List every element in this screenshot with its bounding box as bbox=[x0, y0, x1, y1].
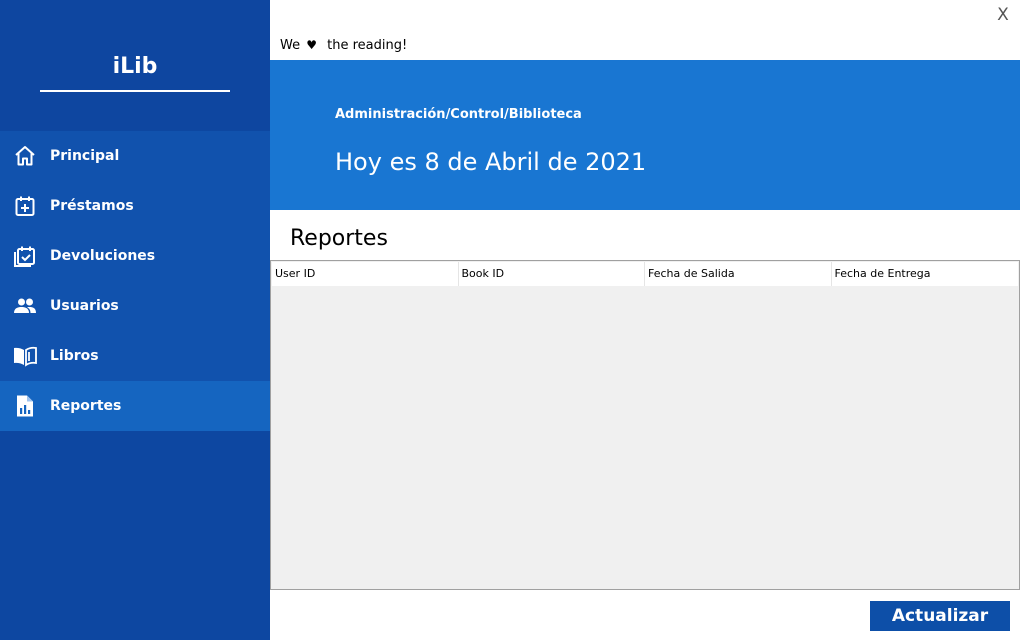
heart-icon: ♥ bbox=[306, 38, 317, 52]
sidebar-item-label: Libros bbox=[50, 348, 99, 364]
book-icon bbox=[13, 344, 37, 368]
report-icon bbox=[13, 394, 37, 418]
column-header-book-id[interactable]: Book ID bbox=[459, 262, 645, 286]
tagline-start: We bbox=[280, 38, 301, 53]
sidebar-item-libros[interactable]: Libros bbox=[0, 331, 270, 381]
column-header-user-id[interactable]: User ID bbox=[272, 262, 459, 286]
sidebar-item-label: Reportes bbox=[50, 398, 122, 414]
sidebar-item-label: Usuarios bbox=[50, 298, 119, 314]
app-logo: iLib bbox=[112, 54, 158, 79]
header-banner: Administración/Control/Biblioteca Hoy es… bbox=[270, 60, 1020, 210]
sidebar-item-label: Principal bbox=[50, 148, 120, 164]
users-icon bbox=[13, 294, 37, 318]
sidebar-item-prestamos[interactable]: Préstamos bbox=[0, 181, 270, 231]
sidebar-item-label: Devoluciones bbox=[50, 248, 156, 264]
sidebar: iLib Principal Préstamos Devoluciones Us… bbox=[0, 0, 270, 640]
app-window: iLib Principal Préstamos Devoluciones Us… bbox=[0, 0, 1020, 640]
sidebar-item-principal[interactable]: Principal bbox=[0, 131, 270, 181]
tagline: We ♥ the reading! bbox=[280, 38, 407, 53]
refresh-button[interactable]: Actualizar bbox=[870, 601, 1010, 631]
calendar-add-icon bbox=[13, 194, 37, 218]
sidebar-nav: Principal Préstamos Devoluciones Usuario… bbox=[0, 131, 270, 431]
logo-area: iLib bbox=[0, 0, 270, 130]
current-date: Hoy es 8 de Abril de 2021 bbox=[335, 148, 647, 176]
close-button[interactable]: X bbox=[995, 5, 1011, 25]
sidebar-item-usuarios[interactable]: Usuarios bbox=[0, 281, 270, 331]
column-header-fecha-salida[interactable]: Fecha de Salida bbox=[645, 262, 832, 286]
sidebar-item-reportes[interactable]: Reportes bbox=[0, 381, 270, 431]
column-header-fecha-entrega[interactable]: Fecha de Entrega bbox=[832, 262, 1019, 286]
logo-underline bbox=[40, 90, 230, 92]
table-header: User ID Book ID Fecha de Salida Fecha de… bbox=[272, 262, 1018, 286]
reports-table[interactable]: User ID Book ID Fecha de Salida Fecha de… bbox=[270, 260, 1020, 590]
breadcrumb: Administración/Control/Biblioteca bbox=[335, 107, 582, 122]
tagline-end: the reading! bbox=[327, 38, 408, 53]
page-title: Reportes bbox=[290, 226, 388, 251]
table-body bbox=[271, 286, 1019, 589]
sidebar-item-devoluciones[interactable]: Devoluciones bbox=[0, 231, 270, 281]
home-icon bbox=[13, 144, 37, 168]
calendar-check-icon bbox=[13, 244, 37, 268]
sidebar-item-label: Préstamos bbox=[50, 198, 134, 214]
